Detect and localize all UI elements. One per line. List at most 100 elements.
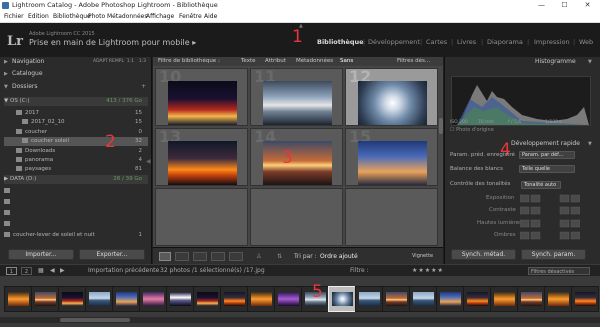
filmstrip-thumbnail[interactable]: [409, 286, 437, 312]
filmstrip-thumbnail[interactable]: [355, 286, 383, 312]
filmstrip-filter-dropdown[interactable]: Filtres désactivés: [528, 267, 590, 275]
grid-cell[interactable]: 12: [345, 68, 438, 126]
compare-view-icon[interactable]: [193, 252, 207, 261]
filter-presets[interactable]: Filtres dés...: [397, 57, 430, 66]
nav-rempl[interactable]: REMPL: [109, 57, 124, 67]
maximize-button[interactable]: ☐: [553, 0, 576, 11]
menu-affichage[interactable]: Affichage: [146, 11, 174, 23]
survey-view-icon[interactable]: [211, 252, 225, 261]
module-impression[interactable]: Impression: [534, 38, 570, 46]
menu-photo[interactable]: Photo: [88, 11, 105, 23]
module-diaporama[interactable]: Diaporama: [487, 38, 523, 46]
folder-row[interactable]: coucher 0: [4, 128, 148, 137]
spray-can-icon[interactable]: ♙: [256, 248, 261, 265]
filmstrip-thumbnail[interactable]: [166, 286, 194, 312]
sync-metadata-button[interactable]: Synch. métad.: [451, 249, 516, 260]
loupe-view-icon[interactable]: [175, 252, 189, 261]
minimize-button[interactable]: —: [530, 0, 553, 11]
filmstrip-thumbnail[interactable]: [544, 286, 572, 312]
filmstrip-thumbnail[interactable]: [58, 286, 86, 312]
identity-subtitle[interactable]: Prise en main de Lightroom pour mobile ▸: [29, 38, 196, 47]
navigator-header[interactable]: ▶ Navigation ADAPT REMPL 1:1 1:3: [4, 57, 148, 67]
menu-edition[interactable]: Edition: [28, 11, 49, 23]
module-cartes[interactable]: Cartes: [426, 38, 447, 46]
filmstrip-thumbnail[interactable]: [112, 286, 140, 312]
histogram-header[interactable]: Histogramme: [535, 57, 576, 67]
filmstrip-thumbnail[interactable]: [85, 286, 113, 312]
volume-os[interactable]: ▼ OS (C:) 413 / 376 Go: [4, 97, 148, 106]
photo-thumbnail[interactable]: [263, 81, 332, 125]
sync-settings-button[interactable]: Synch. param.: [521, 249, 586, 260]
filter-tab-texte[interactable]: Texte: [241, 57, 256, 66]
people-view-icon[interactable]: [229, 252, 243, 261]
folder-row-last[interactable]: coucher-lever de soleil et nuit 1: [4, 231, 148, 240]
folder-row[interactable]: 2017 15: [4, 109, 148, 118]
photo-thumbnail[interactable]: [168, 81, 237, 125]
photo-thumbnail[interactable]: [358, 141, 427, 185]
menu-bibliotheque[interactable]: Bibliothèque: [53, 11, 91, 23]
folder-row[interactable]: Downloads 2: [4, 147, 148, 156]
nav-1-3[interactable]: 1:3: [139, 57, 146, 67]
filmstrip-thumbnail[interactable]: [4, 286, 32, 312]
filmstrip-thumbnail[interactable]: [463, 286, 491, 312]
filmstrip-thumbnail[interactable]: [436, 286, 464, 312]
folder-row-unnamed[interactable]: [4, 209, 148, 218]
module-web[interactable]: Web: [579, 38, 593, 46]
sort-value[interactable]: Ordre ajouté: [320, 248, 358, 265]
folder-row-unnamed[interactable]: [4, 187, 148, 196]
chevron-up-icon[interactable]: ▲: [299, 23, 303, 29]
add-folder-button[interactable]: +: [141, 82, 146, 92]
grid-cell[interactable]: 13: [155, 128, 248, 186]
folders-header[interactable]: ▼ Dossiers +: [4, 82, 148, 92]
menu-aide[interactable]: Aide: [204, 11, 217, 23]
filmstrip-thumbnail[interactable]: [571, 286, 599, 312]
filmstrip-thumbnail[interactable]: [382, 286, 410, 312]
folder-row-unnamed[interactable]: [4, 220, 148, 229]
grid-cell[interactable]: [345, 188, 438, 246]
white-balance-dropdown[interactable]: Telle quelle: [519, 165, 575, 173]
folder-row[interactable]: coucher soleil 32: [4, 137, 148, 147]
menu-metadonnees[interactable]: Métadonnées: [107, 11, 148, 23]
filter-tab-sans[interactable]: Sans: [340, 57, 353, 66]
filmstrip-thumbnail[interactable]: [31, 286, 59, 312]
original-photo-checkbox[interactable]: ☐ Photo d'origine: [450, 126, 494, 135]
folder-row[interactable]: paysages 81: [4, 165, 148, 174]
filmstrip-thumbnail[interactable]: [274, 286, 302, 312]
module-developpement[interactable]: Développement: [368, 38, 420, 46]
photo-thumbnail[interactable]: [358, 81, 427, 125]
volume-data[interactable]: ▶ DATA (D:) 28 / 39 Go: [4, 175, 148, 184]
grid-cell[interactable]: [250, 188, 343, 246]
grid-view-icon[interactable]: [159, 252, 171, 261]
filter-tab-metadonnees[interactable]: Métadonnées: [296, 57, 333, 66]
auto-tone-button[interactable]: Tonalité auto: [521, 181, 561, 189]
grid-cell[interactable]: 15: [345, 128, 438, 186]
filmstrip-thumbnail[interactable]: [490, 286, 518, 312]
nav-1-1[interactable]: 1:1: [127, 57, 134, 67]
filmstrip-thumbnail[interactable]: [517, 286, 545, 312]
module-livres[interactable]: Livres: [457, 38, 476, 46]
photo-thumbnail[interactable]: [168, 141, 237, 185]
export-button[interactable]: Exporter...: [79, 249, 145, 260]
grid-scrollbar[interactable]: [439, 118, 443, 134]
filmstrip-thumbnail[interactable]: [220, 286, 248, 312]
grid-cell[interactable]: 11: [250, 68, 343, 126]
triangle-down-icon[interactable]: ▼: [588, 57, 592, 67]
catalog-header[interactable]: ▶ Catalogue: [4, 69, 148, 79]
grid-cell[interactable]: 10: [155, 68, 248, 126]
filmstrip-thumbnail[interactable]: [328, 286, 356, 312]
folder-row[interactable]: 2017_02_10 15: [4, 118, 148, 127]
folder-row[interactable]: panorama 4: [4, 156, 148, 165]
menu-fenetre[interactable]: Fenêtre: [179, 11, 202, 23]
filter-tab-attribut[interactable]: Attribut: [265, 57, 286, 66]
filmstrip-scroll-thumb[interactable]: [60, 318, 130, 322]
tone-stepper-buttons[interactable]: [519, 194, 581, 242]
triangle-down-icon[interactable]: ▼: [588, 139, 592, 149]
filmstrip-thumbnail[interactable]: [193, 286, 221, 312]
close-button[interactable]: ✕: [576, 0, 599, 11]
page-1-button[interactable]: 1: [6, 267, 17, 275]
grid-cell[interactable]: 14: [250, 128, 343, 186]
page-2-button[interactable]: 2: [21, 267, 32, 275]
quick-develop-header[interactable]: Développement rapide: [511, 139, 580, 149]
import-button[interactable]: Importer...: [8, 249, 74, 260]
module-bibliotheque[interactable]: Bibliothèque: [317, 38, 364, 46]
